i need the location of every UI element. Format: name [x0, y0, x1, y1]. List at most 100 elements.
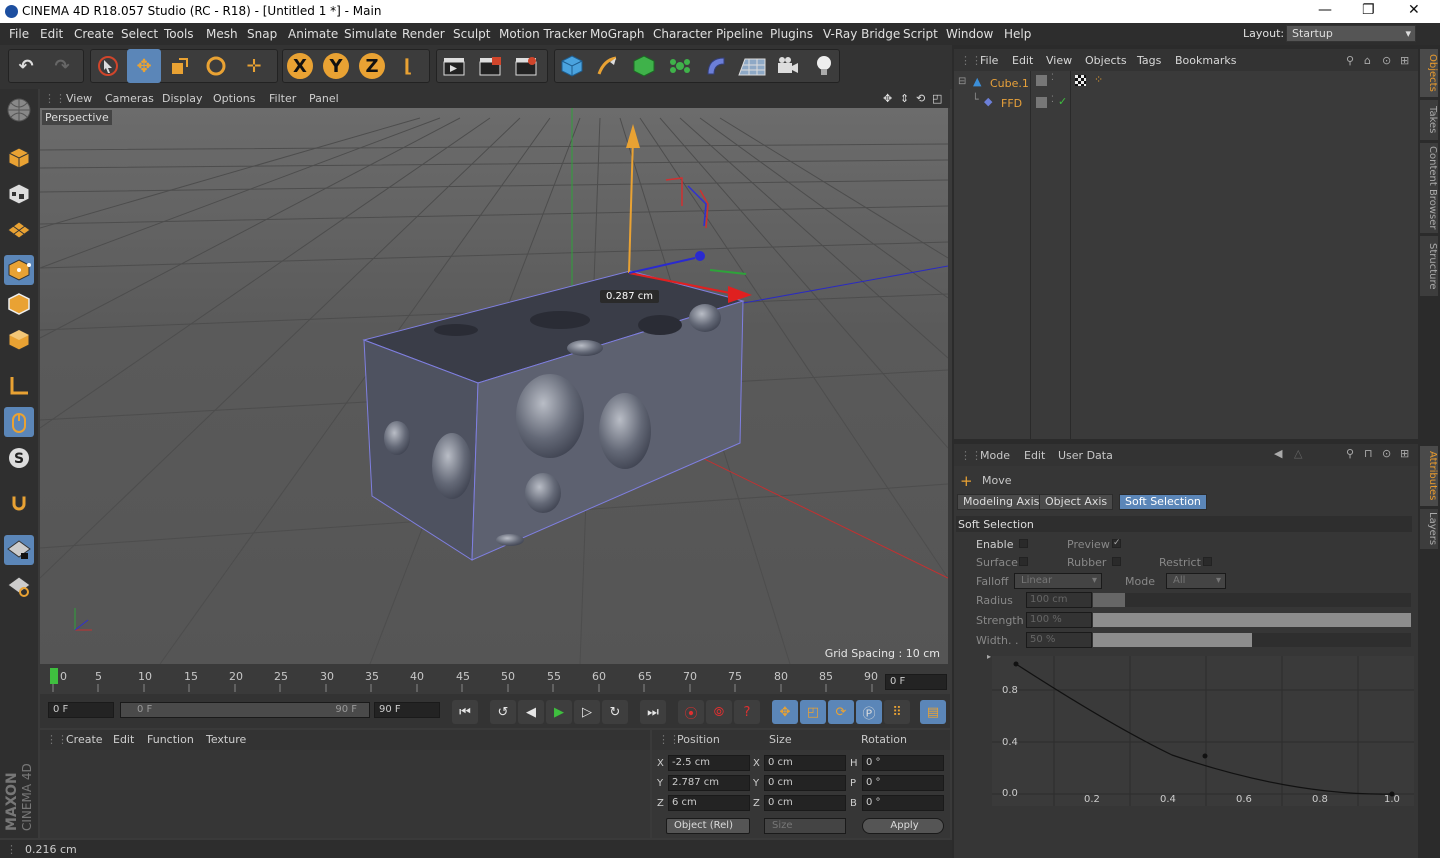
- link-icon[interactable]: ⊙: [1382, 54, 1391, 67]
- menu-snap[interactable]: Snap: [247, 27, 277, 41]
- close-button[interactable]: ✕: [1408, 2, 1420, 18]
- menu-file[interactable]: File: [9, 27, 29, 41]
- menu-mesh[interactable]: Mesh: [206, 27, 238, 41]
- recent-tool-button[interactable]: ✛: [237, 49, 271, 83]
- goto-end-button[interactable]: ⏭: [640, 700, 666, 724]
- key-parameter-button[interactable]: Ⓟ: [856, 700, 882, 724]
- start-frame-field[interactable]: 0 F: [48, 702, 114, 718]
- key-pla-button[interactable]: ⠿: [884, 700, 910, 724]
- side-tab-layers[interactable]: Layers: [1420, 509, 1438, 549]
- collapse-icon[interactable]: ⊟: [958, 76, 966, 87]
- lock-workplane-button[interactable]: [4, 535, 34, 565]
- viewport-menu-panel[interactable]: Panel: [309, 92, 339, 105]
- menu-window[interactable]: Window: [946, 27, 993, 41]
- size-x-field[interactable]: 0 cm: [764, 755, 846, 771]
- snap-button[interactable]: [4, 489, 34, 519]
- next-frame-button[interactable]: ▷: [574, 700, 600, 724]
- menu-mograph[interactable]: MoGraph: [590, 27, 645, 41]
- objects-menu-view[interactable]: View: [1046, 54, 1072, 67]
- timeline-ruler[interactable]: 0 5 10 15 20 25 30 35 40 45 50 55 60 65 …: [40, 666, 950, 694]
- undo-button[interactable]: ↶: [9, 49, 43, 83]
- curve-knot[interactable]: [1013, 661, 1019, 667]
- object-list[interactable]: ⊟ ▲ Cube.1 ⁚ ⁘ └ ◆ FFD ⁚ ✓: [954, 71, 1418, 439]
- rotation-h-field[interactable]: 0 °: [862, 755, 944, 771]
- solo-button[interactable]: S: [4, 443, 34, 473]
- model-mode-button[interactable]: [4, 143, 34, 173]
- menu-create[interactable]: Create: [74, 27, 114, 41]
- layout-dropdown[interactable]: Startup ▾: [1286, 25, 1416, 42]
- maximize-button[interactable]: ❐: [1362, 2, 1375, 18]
- material-menu-create[interactable]: Create: [66, 733, 103, 746]
- material-menu-texture[interactable]: Texture: [206, 733, 246, 746]
- objects-menu-tags[interactable]: Tags: [1137, 54, 1161, 67]
- falloff-dropdown[interactable]: Linear ▾: [1014, 573, 1102, 589]
- visibility-toggle[interactable]: [1036, 97, 1047, 108]
- viewport[interactable]: Perspective 0.287 cm Grid Spacing : 10 c…: [40, 108, 948, 664]
- position-x-field[interactable]: -2.5 cm: [668, 755, 750, 771]
- rotate-tool-button[interactable]: [199, 49, 233, 83]
- tab-object-axis[interactable]: Object Axis: [1039, 494, 1114, 510]
- new-panel-icon[interactable]: ⊞: [1400, 54, 1409, 67]
- end-frame-field[interactable]: 90 F: [374, 702, 440, 718]
- next-key-button[interactable]: ↻: [602, 700, 628, 724]
- prev-frame-button[interactable]: ◀: [518, 700, 544, 724]
- enable-checkbox[interactable]: [1019, 539, 1028, 548]
- minimize-button[interactable]: —: [1318, 2, 1332, 18]
- y-axis-lock-button[interactable]: Y: [319, 49, 353, 83]
- record-active-button[interactable]: ⦿: [678, 700, 704, 724]
- add-spline-button[interactable]: [591, 49, 625, 83]
- tweak-mode-button[interactable]: [4, 407, 34, 437]
- viewport-menu-display[interactable]: Display: [162, 92, 203, 105]
- size-z-field[interactable]: 0 cm: [764, 795, 846, 811]
- texture-mode-button[interactable]: [4, 179, 34, 209]
- keyframe-selection-button[interactable]: ?: [734, 700, 760, 724]
- viewport-dolly-icon[interactable]: ⇕: [900, 92, 909, 105]
- redo-button[interactable]: ↷: [45, 49, 79, 83]
- side-tab-takes[interactable]: Takes: [1420, 100, 1438, 140]
- add-environment-button[interactable]: [735, 49, 769, 83]
- menu-help[interactable]: Help: [1004, 27, 1031, 41]
- make-editable-button[interactable]: [4, 95, 34, 125]
- menu-select[interactable]: Select: [121, 27, 158, 41]
- menu-motion-tracker[interactable]: Motion Tracker: [499, 27, 587, 41]
- menu-plugins[interactable]: Plugins: [770, 27, 813, 41]
- object-row-cube[interactable]: ⊟ ▲ Cube.1 ⁚ ⁘: [954, 73, 1418, 93]
- material-tag-icon[interactable]: [1075, 75, 1086, 86]
- size-mode-dropdown[interactable]: Size: [764, 818, 846, 834]
- edges-mode-button[interactable]: [4, 289, 34, 319]
- menu-pipeline[interactable]: Pipeline: [716, 27, 763, 41]
- menu-render[interactable]: Render: [402, 27, 445, 41]
- menu-edit[interactable]: Edit: [40, 27, 63, 41]
- surface-checkbox[interactable]: [1019, 557, 1028, 566]
- curve-knot[interactable]: [1202, 753, 1208, 759]
- search-icon[interactable]: ⚲: [1346, 447, 1354, 460]
- up-arrow-icon[interactable]: △: [1294, 447, 1302, 460]
- objects-menu-objects[interactable]: Objects: [1085, 54, 1127, 67]
- position-y-field[interactable]: 2.787 cm: [668, 775, 750, 791]
- scene-canvas[interactable]: [40, 108, 948, 664]
- render-dots-icon[interactable]: ⁚: [1051, 95, 1054, 105]
- radius-slider[interactable]: [1093, 593, 1411, 607]
- object-name[interactable]: Cube.1: [990, 77, 1029, 90]
- menu-vray-bridge[interactable]: V-Ray Bridge: [823, 27, 900, 41]
- render-picture-viewer-button[interactable]: [473, 49, 507, 83]
- new-panel-icon[interactable]: ⊞: [1400, 447, 1409, 460]
- lock-icon[interactable]: ⊓: [1364, 447, 1373, 460]
- visibility-toggle[interactable]: [1036, 75, 1047, 86]
- side-tab-attributes[interactable]: Attributes: [1420, 446, 1438, 506]
- material-manager[interactable]: ⋮⋮ Create Edit Function Texture: [40, 730, 650, 838]
- object-row-ffd[interactable]: └ ◆ FFD ⁚ ✓: [954, 93, 1418, 113]
- playhead[interactable]: [50, 668, 58, 684]
- menu-animate[interactable]: Animate: [288, 27, 338, 41]
- objects-menu-edit[interactable]: Edit: [1012, 54, 1033, 67]
- current-frame-field[interactable]: 0 F: [885, 674, 947, 690]
- add-camera-button[interactable]: [771, 49, 805, 83]
- material-menu-function[interactable]: Function: [147, 733, 194, 746]
- viewport-rotate-icon[interactable]: ⟲: [916, 92, 925, 105]
- menu-script[interactable]: Script: [903, 27, 938, 41]
- size-y-field[interactable]: 0 cm: [764, 775, 846, 791]
- preview-checkbox[interactable]: ✓: [1112, 539, 1121, 548]
- side-tab-objects[interactable]: Objects: [1420, 49, 1438, 97]
- enabled-check-icon[interactable]: ✓: [1058, 95, 1067, 108]
- rotation-b-field[interactable]: 0 °: [862, 795, 944, 811]
